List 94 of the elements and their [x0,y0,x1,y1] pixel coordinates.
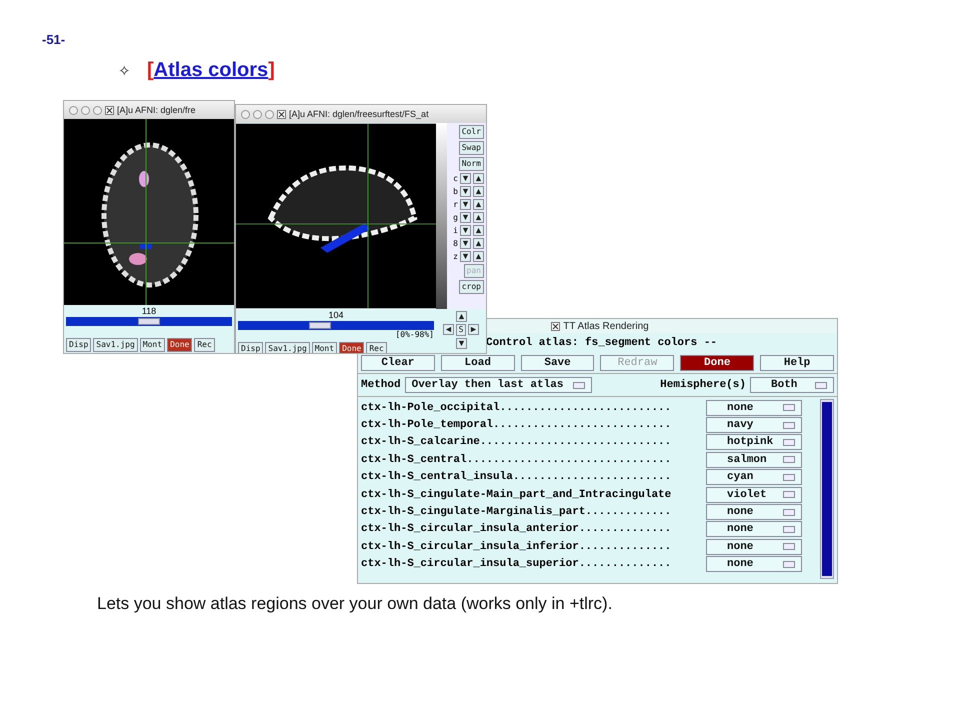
toolbar-button[interactable]: Disp [66,338,92,352]
done-button[interactable]: Done [339,342,364,353]
up-button[interactable] [456,311,466,322]
status-text: [0%-98%] [395,330,434,339]
side-button[interactable]: Swap [458,141,484,155]
up-button[interactable] [473,186,484,197]
region-name: ctx-lh-S_circular_insula_inferior.............. [361,540,672,553]
region-name: ctx-lh-S_central_insula........................ [361,471,672,484]
down-button[interactable] [460,212,471,223]
atlas-button[interactable]: Save [520,355,594,371]
slice-number: 118 [140,305,158,317]
left-button[interactable] [442,324,454,335]
down-button[interactable] [460,173,471,184]
up-button[interactable] [473,238,484,249]
up-button[interactable] [473,225,484,236]
region-name: ctx-lh-S_circular_insula_anterior.............. [361,523,672,536]
s-button[interactable]: S [456,324,466,336]
side-button[interactable]: crop [458,280,484,294]
control-label: i [453,226,458,235]
right-button[interactable] [468,324,480,335]
toolbar-button[interactable]: Sav1.jpg [93,338,138,352]
color-menu[interactable]: violet [706,486,802,503]
x11-icon [277,110,286,118]
scrollbar[interactable] [820,399,834,579]
up-button[interactable] [473,251,484,262]
down-button[interactable] [460,186,471,197]
up-button[interactable] [473,199,484,210]
region-name: ctx-lh-S_central............................... [361,454,672,466]
window-title: [A]u AFNI: dglen/fre [117,105,196,115]
slider-thumb[interactable] [309,322,332,329]
done-button[interactable]: Done [167,338,192,352]
caption: Lets you show atlas regions over your own data (works only in +tlrc). [97,594,614,614]
slice-number: 104 [327,309,345,321]
bracket: [ [147,59,154,82]
arrow-right-icon [470,326,478,333]
color-menu[interactable]: cyan [706,469,802,486]
region-name: ctx-lh-Pole_temporal........................... [361,419,672,432]
side-button[interactable]: Colr [458,125,484,139]
color-menu[interactable]: none [706,504,802,520]
control-label: r [453,200,458,209]
heading-link[interactable]: Atlas colors [154,59,268,82]
region-name: ctx-lh-S_cingulate-Main_part_and_Intracingulate [361,488,672,501]
x11-icon [105,106,114,114]
down-button[interactable] [456,338,466,349]
color-menu[interactable]: none [706,521,802,538]
control-label: b [453,187,458,196]
toolbar-button[interactable]: Mont [312,342,338,353]
up-button[interactable] [473,173,484,184]
hemisphere-menu[interactable]: Both [750,377,834,393]
control-label: z [453,252,458,261]
window-title: [A]u AFNI: dglen/freesurftest/FS_at [289,109,429,119]
toolbar-button[interactable]: Disp [238,342,264,353]
x11-icon [551,322,560,330]
method-label: Method [361,379,401,391]
control-label: c [453,174,458,183]
toolbar-button[interactable]: Mont [140,338,166,352]
region-name: ctx-lh-S_circular_insula_superior.............. [361,558,672,570]
window-title: TT Atlas Rendering [563,320,649,332]
region-name: ctx-lh-Pole_occipital.......................... [361,402,672,414]
atlas-button[interactable]: Done [680,355,754,371]
color-menu[interactable]: none [706,556,802,572]
control-label: 8 [453,239,458,248]
down-button[interactable] [460,199,471,210]
toolbar-button[interactable]: Sav1.jpg [265,342,310,353]
slice-slider[interactable] [66,317,232,326]
atlas-button[interactable]: Clear [361,355,435,371]
hemisphere-label: Hemisphere(s) [660,379,746,391]
color-menu[interactable]: navy [706,417,802,434]
toolbar-button[interactable]: Rec [366,342,387,353]
atlas-button[interactable]: Help [760,355,834,371]
down-button[interactable] [460,251,471,262]
down-button[interactable] [460,238,471,249]
side-button[interactable]: Norm [458,157,484,171]
arrow-down-icon [458,340,464,347]
bullet-icon: ✧ [118,62,131,80]
atlas-button[interactable]: Load [440,355,515,371]
bracket: ] [268,59,275,82]
arrow-left-icon [444,326,452,333]
toolbar-button[interactable]: Rec [194,338,215,352]
down-button[interactable] [460,225,471,236]
arrow-up-icon [458,313,464,320]
control-label: g [453,213,458,222]
slice-slider[interactable] [238,321,434,330]
up-button[interactable] [473,212,484,223]
color-menu[interactable]: hotpink [706,434,802,450]
slider-thumb[interactable] [138,318,160,325]
color-menu[interactable]: none [706,400,802,416]
region-name: ctx-lh-S_calcarine............................. [361,436,672,448]
page-number: -51- [42,32,66,47]
atlas-header: Control atlas: fs_segment colors -- [486,337,718,349]
color-menu[interactable]: salmon [706,452,802,468]
region-name: ctx-lh-S_cingulate-Marginalis_part............. [361,506,672,518]
color-menu[interactable]: none [706,538,802,555]
method-menu[interactable]: Overlay then last atlas [404,377,592,393]
